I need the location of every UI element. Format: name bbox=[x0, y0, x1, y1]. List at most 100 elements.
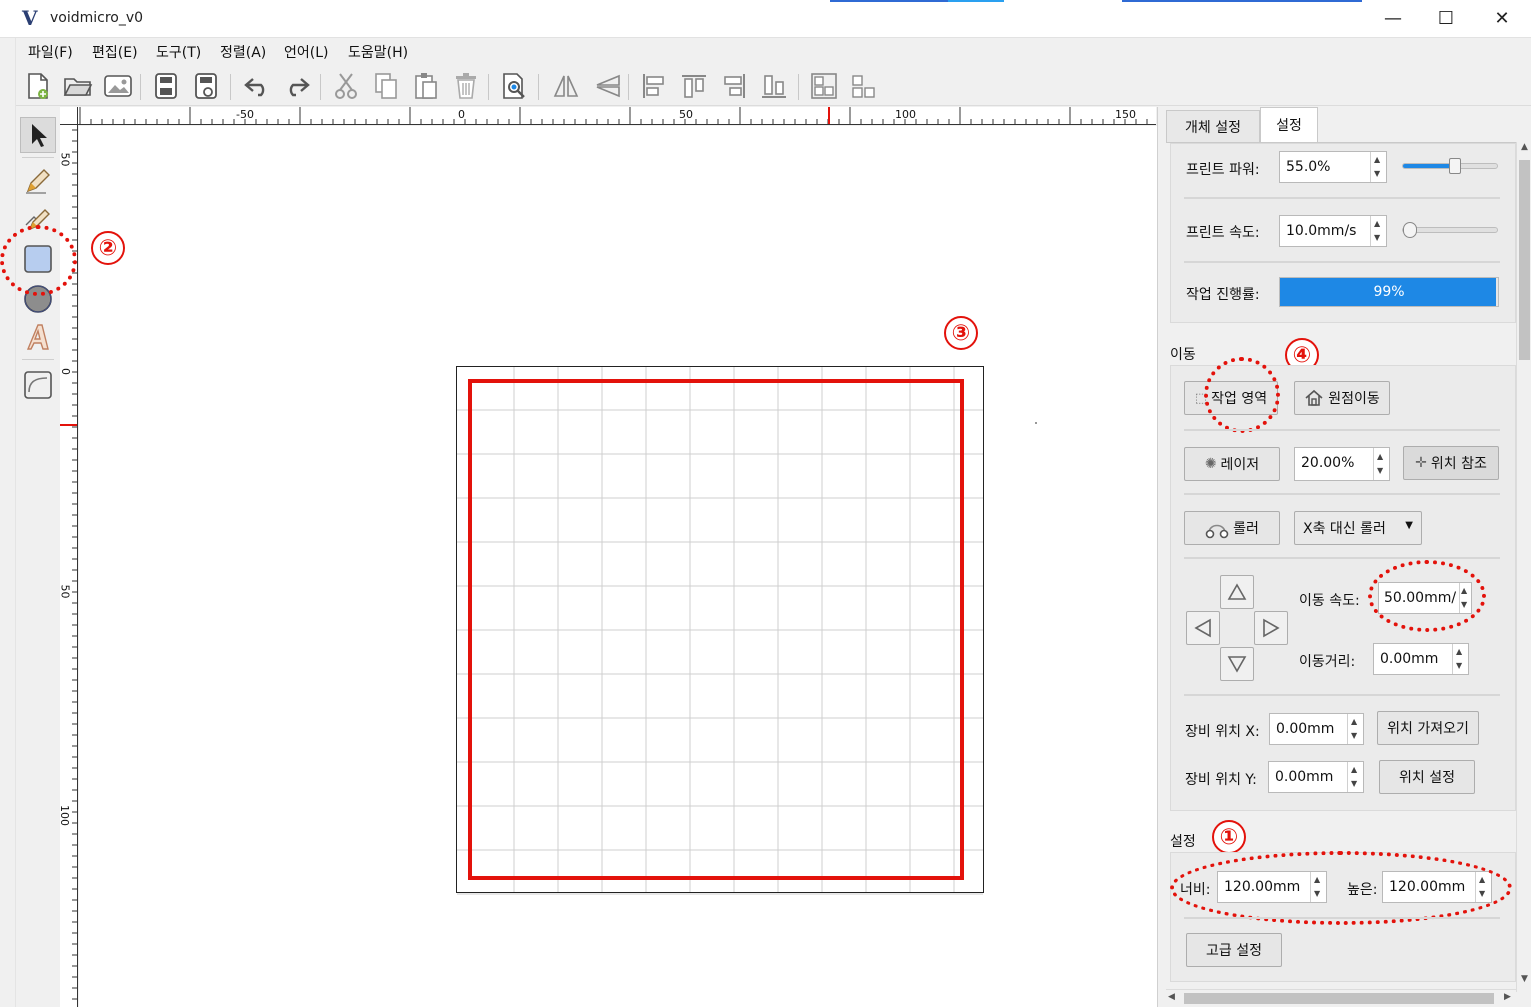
move-distance-value: 0.00mm bbox=[1380, 651, 1439, 667]
save-icon[interactable] bbox=[150, 71, 182, 101]
divider bbox=[1184, 493, 1500, 495]
device-y-input[interactable]: 0.00mm ▲ ▼ bbox=[1268, 761, 1364, 793]
undo-icon[interactable] bbox=[242, 71, 274, 101]
annotation-oval-tool bbox=[0, 225, 77, 296]
advanced-settings-button[interactable]: 고급 설정 bbox=[1186, 933, 1282, 967]
print-power-value: 55.0% bbox=[1286, 159, 1331, 175]
minimize-button[interactable]: — bbox=[1365, 0, 1421, 36]
maximize-button[interactable]: ☐ bbox=[1418, 0, 1474, 36]
move-left-button[interactable] bbox=[1186, 611, 1220, 645]
paste-icon[interactable] bbox=[410, 71, 442, 101]
spin-arrows[interactable]: ▲ ▼ bbox=[1370, 152, 1386, 182]
align-right-icon[interactable] bbox=[718, 71, 750, 101]
drawing-canvas[interactable] bbox=[79, 126, 1157, 1007]
get-position-button[interactable]: 위치 가져오기 bbox=[1377, 711, 1479, 745]
align-top-icon[interactable] bbox=[678, 71, 710, 101]
divider bbox=[1184, 197, 1500, 199]
annotation-oval-move-speed bbox=[1368, 560, 1486, 632]
move-distance-input[interactable]: 0.00mm ▲ ▼ bbox=[1373, 643, 1469, 675]
preview-icon[interactable] bbox=[498, 71, 530, 101]
horizontal-ruler: -50 0 50 100 150 bbox=[78, 107, 1156, 125]
save-as-icon[interactable] bbox=[190, 71, 222, 101]
menu-file[interactable]: 파일(F) bbox=[28, 42, 73, 62]
position-ref-label: 위치 참조 bbox=[1430, 456, 1487, 472]
print-speed-value: 10.0mm/s bbox=[1286, 223, 1357, 239]
laser-button[interactable]: ✺ 레이저 bbox=[1184, 447, 1280, 481]
laser-icon: ✺ bbox=[1204, 456, 1217, 472]
ruler-label: 50 bbox=[60, 584, 72, 599]
laser-power-input[interactable]: 20.00% ▲ ▼ bbox=[1294, 447, 1390, 481]
device-x-value: 0.00mm bbox=[1276, 721, 1335, 737]
print-power-slider[interactable] bbox=[1402, 158, 1498, 174]
tab-object-settings[interactable]: 개체 설정 bbox=[1166, 110, 1260, 142]
scroll-left-icon[interactable]: ◀ bbox=[1168, 992, 1175, 1002]
align-bottom-icon[interactable] bbox=[758, 71, 790, 101]
device-x-input[interactable]: 0.00mm ▲ ▼ bbox=[1269, 713, 1364, 745]
spin-arrows[interactable]: ▲ ▼ bbox=[1373, 448, 1389, 480]
laser-label: 레이저 bbox=[1220, 457, 1260, 473]
group-icon[interactable] bbox=[808, 71, 840, 101]
print-speed-slider[interactable] bbox=[1402, 222, 1498, 238]
text-icon[interactable] bbox=[20, 319, 56, 355]
roller-mode-select[interactable]: X축 대신 롤러 ▼ bbox=[1294, 511, 1422, 545]
origin-button[interactable]: 원점이동 bbox=[1294, 381, 1390, 415]
toolbar-divider bbox=[488, 74, 489, 100]
horizontal-scrollbar[interactable]: ◀ ▶ bbox=[1166, 989, 1516, 1007]
divider bbox=[1184, 694, 1500, 696]
scroll-down-icon[interactable]: ▼ bbox=[1517, 974, 1531, 990]
ungroup-icon[interactable] bbox=[848, 71, 880, 101]
menu-language[interactable]: 언어(L) bbox=[284, 42, 328, 62]
vertical-scrollbar[interactable]: ▲ ▼ bbox=[1516, 142, 1531, 992]
window-title: voidmicro_v0 bbox=[50, 10, 144, 26]
menu-edit[interactable]: 편집(E) bbox=[92, 42, 138, 62]
slider-knob[interactable] bbox=[1448, 158, 1461, 174]
spin-arrows[interactable]: ▲ ▼ bbox=[1452, 644, 1468, 674]
hscrollbar-thumb[interactable] bbox=[1184, 993, 1494, 1004]
print-power-input[interactable]: 55.0% ▲ ▼ bbox=[1279, 151, 1387, 183]
pencil-icon[interactable] bbox=[20, 163, 56, 199]
annotation-oval-work-area bbox=[1204, 357, 1280, 433]
new-file-icon[interactable] bbox=[22, 71, 54, 101]
move-section-title: 이동 bbox=[1170, 347, 1196, 363]
slider-knob[interactable] bbox=[1403, 222, 1417, 238]
scroll-up-icon[interactable]: ▲ bbox=[1517, 142, 1531, 158]
menu-tools[interactable]: 도구(T) bbox=[156, 42, 201, 62]
device-x-label: 장비 위치 X: bbox=[1185, 724, 1260, 740]
position-ref-button[interactable]: ✛ 위치 참조 bbox=[1403, 446, 1499, 480]
roller-label: 롤러 bbox=[1233, 521, 1259, 537]
move-down-button[interactable] bbox=[1220, 647, 1254, 681]
tool-divider bbox=[22, 359, 54, 360]
origin-label: 원점이동 bbox=[1328, 391, 1380, 407]
copy-icon[interactable] bbox=[370, 71, 402, 101]
laser-power-value: 20.00% bbox=[1301, 455, 1355, 471]
redo-icon[interactable] bbox=[280, 71, 312, 101]
flip-vertical-icon[interactable] bbox=[592, 71, 624, 101]
menu-align[interactable]: 정렬(A) bbox=[220, 42, 266, 62]
cut-icon[interactable] bbox=[330, 71, 362, 101]
spin-arrows[interactable]: ▲ ▼ bbox=[1370, 216, 1386, 246]
roller-button[interactable]: 롤러 bbox=[1184, 511, 1280, 545]
set-position-button[interactable]: 위치 설정 bbox=[1379, 760, 1475, 794]
close-button[interactable]: ✕ bbox=[1474, 0, 1530, 36]
scroll-right-icon[interactable]: ▶ bbox=[1504, 992, 1511, 1002]
tab-settings[interactable]: 설정 bbox=[1260, 107, 1318, 142]
move-right-button[interactable] bbox=[1254, 611, 1288, 645]
toolbar-divider bbox=[628, 74, 629, 100]
print-speed-input[interactable]: 10.0mm/s ▲ ▼ bbox=[1279, 215, 1387, 247]
image-frame-icon[interactable] bbox=[20, 367, 56, 403]
divider bbox=[1184, 557, 1500, 559]
menu-help[interactable]: 도움말(H) bbox=[348, 42, 408, 62]
open-image-icon[interactable] bbox=[102, 71, 134, 101]
ruler-corner bbox=[60, 107, 78, 125]
spin-arrows[interactable]: ▲ ▼ bbox=[1347, 762, 1363, 792]
spin-arrows[interactable]: ▲ ▼ bbox=[1347, 714, 1363, 744]
flip-horizontal-icon[interactable] bbox=[550, 71, 582, 101]
move-up-button[interactable] bbox=[1220, 575, 1254, 609]
divider bbox=[1184, 917, 1500, 919]
pointer-icon[interactable] bbox=[20, 117, 56, 153]
scrollbar-thumb[interactable] bbox=[1519, 160, 1530, 360]
align-left-icon[interactable] bbox=[638, 71, 670, 101]
open-folder-icon[interactable] bbox=[62, 71, 94, 101]
move-speed-label: 이동 속도: bbox=[1299, 593, 1360, 609]
delete-icon[interactable] bbox=[450, 71, 482, 101]
